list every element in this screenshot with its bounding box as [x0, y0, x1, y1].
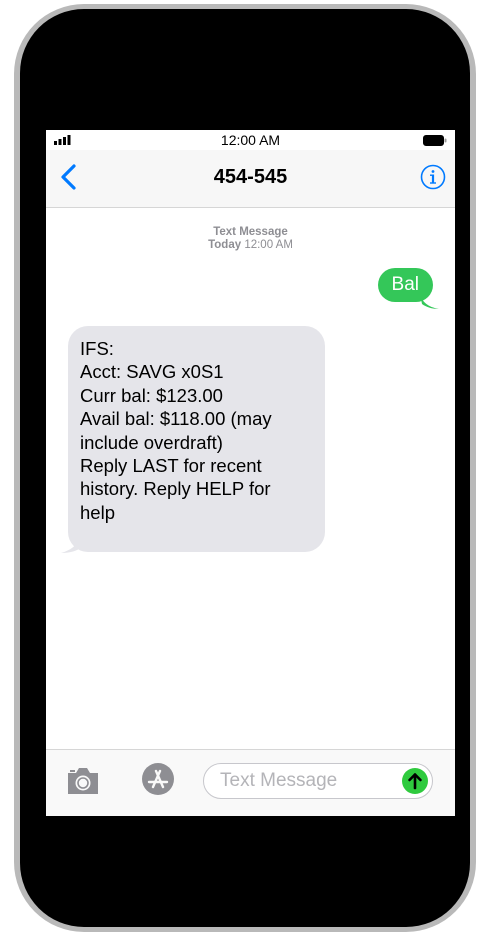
message-input-bar — [46, 749, 455, 816]
phone-screen: 12:00 AM 454-545 Text Message Today 12:0… — [46, 130, 455, 816]
incoming-message-line: Curr bal: $123.00 — [80, 384, 223, 406]
message-input[interactable] — [220, 770, 380, 792]
incoming-message-line: Acct: SAVG x0S1 — [80, 361, 224, 383]
contact-title[interactable]: 454-545 — [46, 166, 455, 189]
incoming-message-bubble[interactable]: IFS: Acct: SAVG x0S1 Curr bal: $123.00 A… — [68, 326, 325, 552]
incoming-message-line: IFS: — [80, 338, 114, 359]
battery-icon — [423, 135, 447, 146]
camera-icon[interactable] — [66, 766, 100, 796]
status-time: 12:00 AM — [220, 132, 281, 148]
incoming-message-line: include overdraft) — [80, 431, 223, 453]
incoming-message-line: Avail bal: $118.00 (may — [80, 408, 272, 430]
incoming-message-line: Reply LAST for recent — [80, 455, 262, 477]
message-time: 12:00 AM — [244, 239, 293, 251]
message-timestamp: Text Message Today 12:00 AM — [46, 226, 455, 252]
info-icon[interactable] — [420, 164, 446, 190]
send-arrow-up-icon[interactable] — [402, 768, 428, 794]
incoming-message-line: history. Reply HELP for — [80, 478, 271, 500]
outgoing-message-bubble[interactable]: Bal — [377, 268, 433, 302]
message-type-label: Text Message — [213, 226, 288, 238]
outgoing-message-text: Bal — [391, 274, 419, 295]
message-text-field[interactable] — [203, 763, 433, 799]
incoming-message-line: help — [80, 501, 115, 523]
message-day: Today — [208, 239, 242, 251]
status-bar: 12:00 AM — [46, 130, 455, 150]
app-store-icon[interactable] — [135, 762, 181, 796]
conversation-header: 454-545 — [46, 150, 455, 208]
